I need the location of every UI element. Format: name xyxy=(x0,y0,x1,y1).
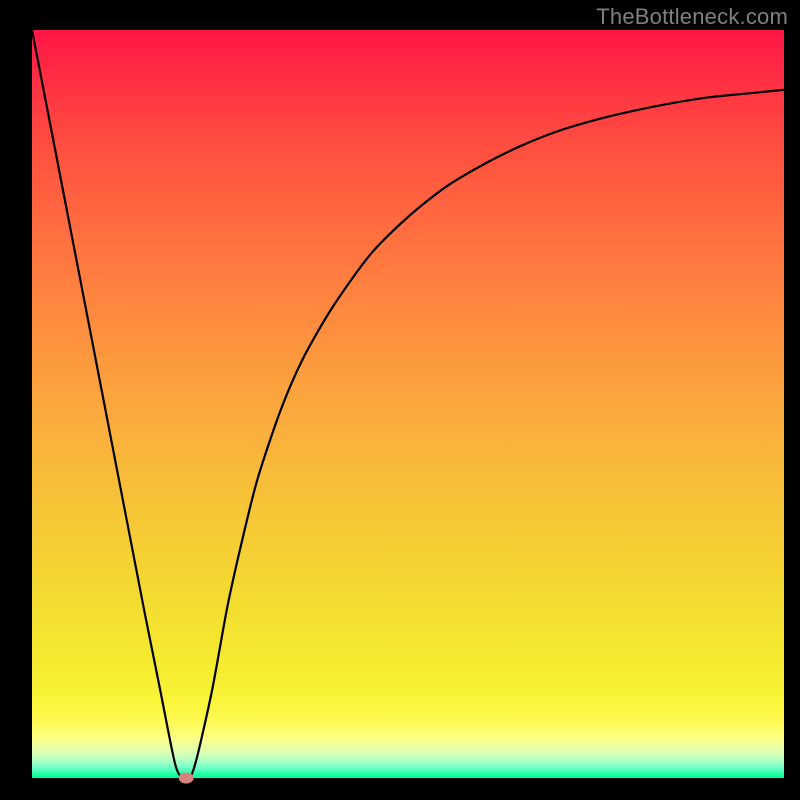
bottleneck-curve xyxy=(32,30,784,780)
plot-area xyxy=(32,30,784,778)
minimum-marker xyxy=(179,773,193,783)
chart-frame: TheBottleneck.com xyxy=(0,0,800,800)
chart-svg xyxy=(32,30,784,778)
watermark-text: TheBottleneck.com xyxy=(596,4,788,30)
